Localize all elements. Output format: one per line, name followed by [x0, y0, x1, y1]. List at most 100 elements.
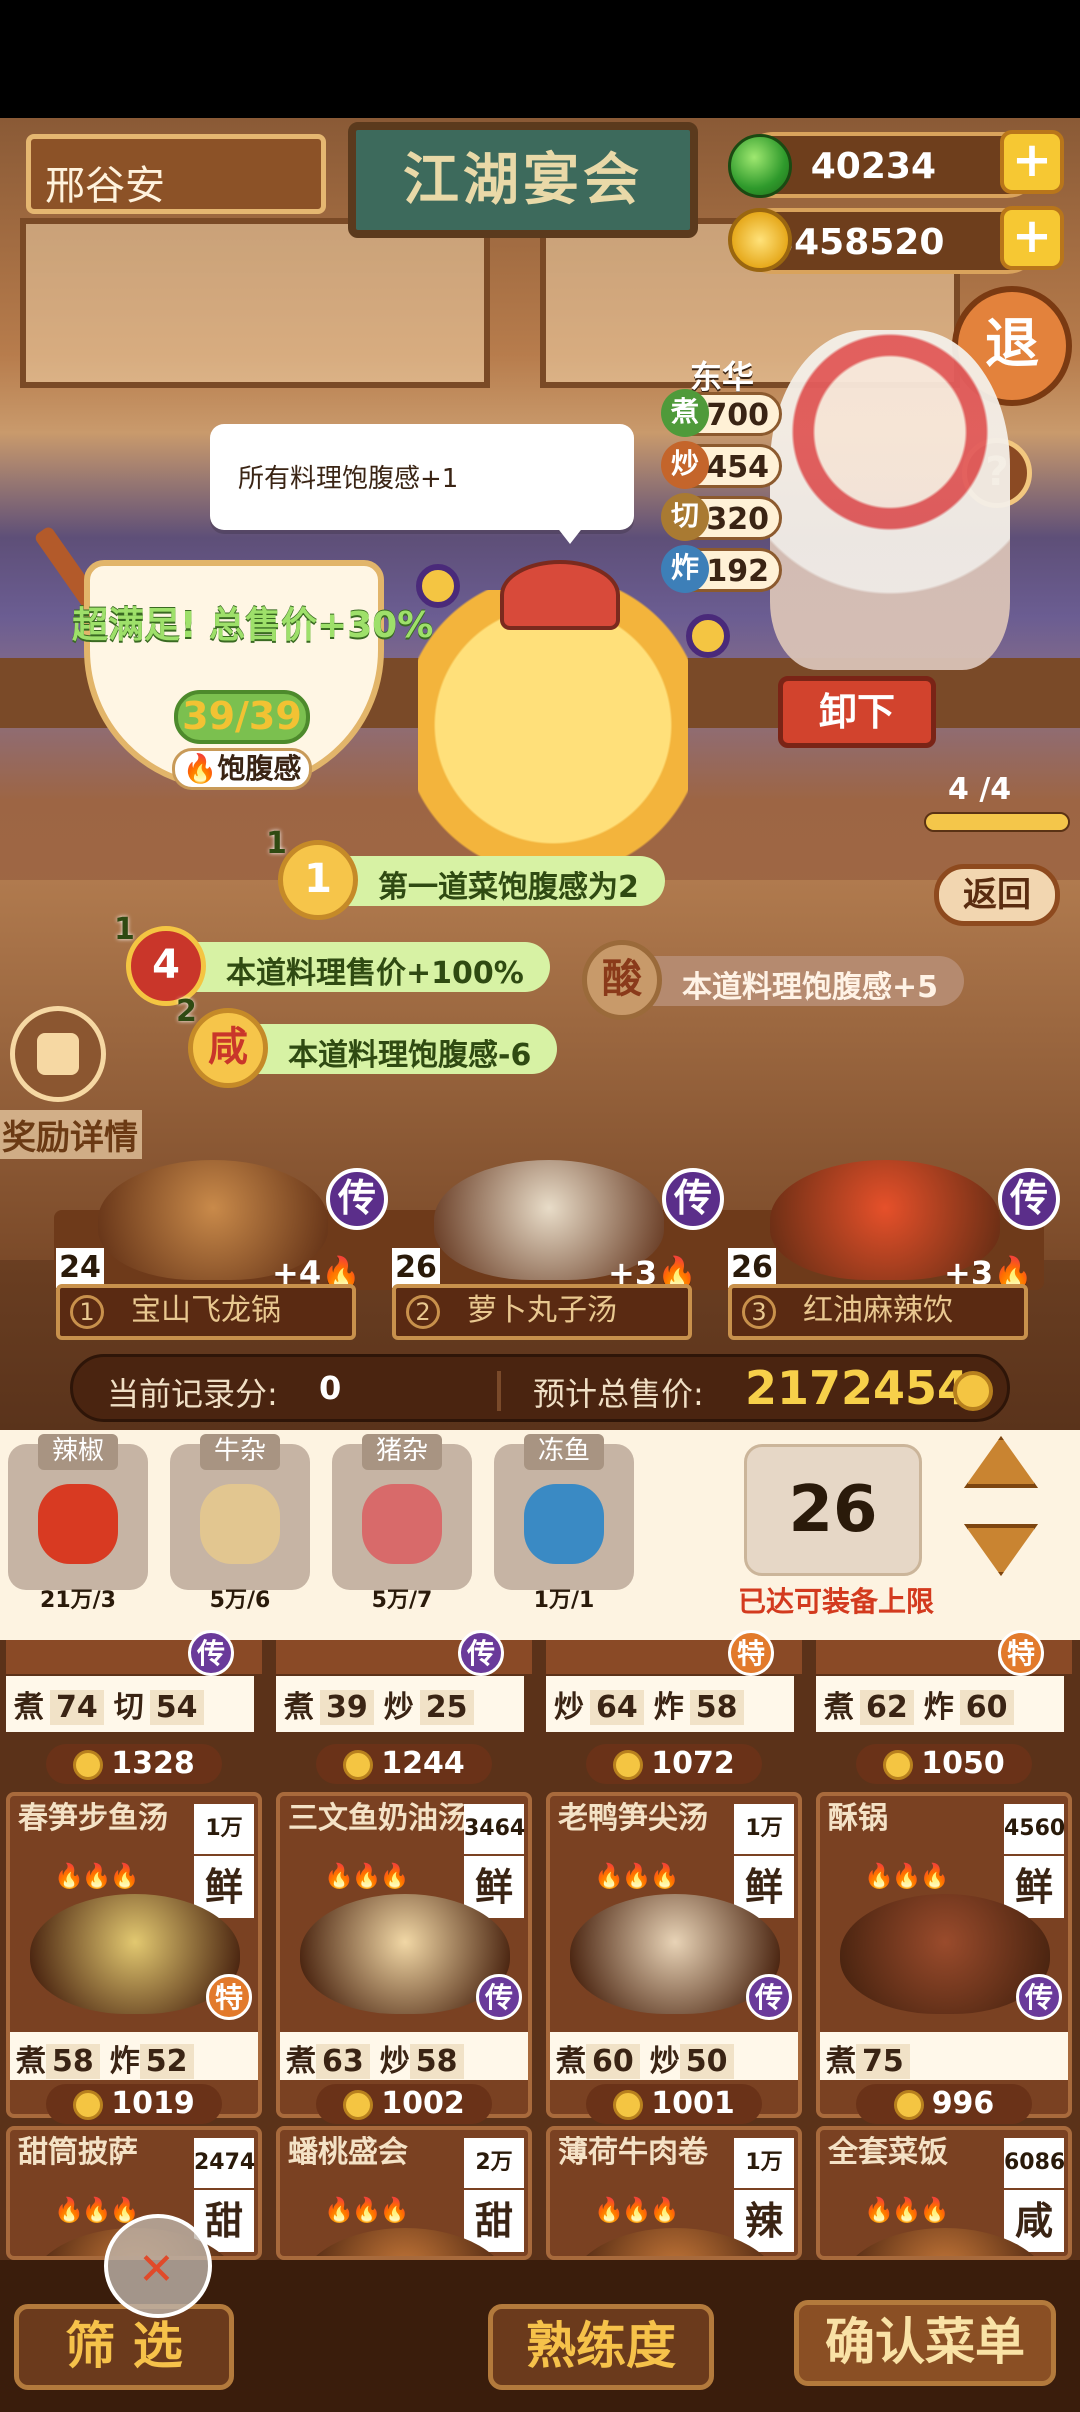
skill-type: 煮 — [284, 1690, 314, 1725]
jade-amount: 40234 — [810, 146, 936, 187]
gold-coin-icon — [613, 1749, 644, 1780]
unload-chef-button[interactable]: 卸下 — [778, 676, 936, 748]
filter-button[interactable]: 筛 选 — [14, 2304, 234, 2390]
effect-icon: 咸 — [188, 1008, 268, 1088]
gold-coin-icon — [343, 1749, 374, 1780]
recipe-skill-row: 煮 39 炒 25 — [276, 1676, 524, 1732]
flame-icon: 🔥 — [182, 752, 218, 785]
recipe-tier-badge: 传 — [476, 1974, 522, 2020]
confirm-menu-button[interactable]: 确认菜单 — [794, 2300, 1056, 2386]
effect-text: 本道料理饱腹感-6 — [288, 1038, 532, 1073]
skill-type: 炸 — [923, 1690, 954, 1725]
skill-value: 54 — [149, 1690, 204, 1725]
gold-coin-icon — [728, 208, 792, 272]
effect-count: 1 — [114, 912, 135, 947]
recipe-skill-row: 煮 63 炒 58 — [280, 2032, 528, 2080]
dish-level: 26 — [392, 1248, 440, 1288]
skill-type: 煮 — [14, 1690, 44, 1725]
recipe-card[interactable]: 老鸭笋尖汤 1万鲜 🔥🔥🔥 传煮 60 炒 50 — [546, 1792, 802, 2118]
ingredient-count: 5万/6 — [209, 1588, 271, 1613]
speech-bubble-tail — [556, 526, 584, 544]
effect-icon: 酸 — [582, 940, 662, 1020]
flame-icon: 🔥🔥🔥 — [324, 2196, 410, 2224]
skill-value: 63 — [316, 2044, 370, 2079]
recipe-name: 春笋步鱼汤 — [18, 1801, 168, 1836]
legend-tier-badge: 传 — [998, 1168, 1060, 1230]
flame-icon: 🔥🔥🔥 — [594, 2196, 680, 2224]
recipe-card[interactable]: 春笋步鱼汤 1万鲜 🔥🔥🔥 特煮 58 炸 52 — [6, 1792, 262, 2118]
recipe-tier-badge: 传 — [458, 1630, 504, 1676]
coin-antenna-left-icon — [416, 564, 460, 608]
recipe-tier-badge: 传 — [1016, 1974, 1062, 2020]
gold-coin-icon — [613, 2089, 644, 2120]
dish-slot-1[interactable]: 1 宝山飞龙锅 — [56, 1284, 356, 1340]
skill-value: 62 — [860, 1690, 914, 1725]
dish-slot-3[interactable]: 3 红油麻辣饮 — [728, 1284, 1028, 1340]
record-divider — [497, 1371, 501, 1411]
dish-level: 26 — [728, 1248, 776, 1288]
skill-type: 炸 — [109, 2044, 140, 2079]
coin-antenna-right-icon — [686, 614, 730, 658]
recipe-card[interactable]: 蟠桃盛会 2万甜 🔥🔥🔥 — [276, 2126, 532, 2260]
ingredient-slot[interactable]: 冻鱼 — [494, 1434, 634, 1590]
dish-name: 宝山飞龙锅 — [131, 1293, 281, 1328]
recipe-price-value: 1050 — [921, 1746, 1005, 1781]
effect-icon: 1 — [278, 840, 358, 920]
skill-value: 60 — [586, 2044, 640, 2079]
event-title: 江湖宴会 — [403, 147, 643, 213]
ingredient-slot[interactable]: 辣椒 — [8, 1434, 148, 1590]
max-equip-note: 已达可装备上限 — [738, 1585, 935, 1618]
chef-character-portrait[interactable] — [770, 330, 1010, 670]
recipe-card[interactable]: 酥锅 4560 鲜 🔥🔥🔥 传煮 75 — [816, 1792, 1072, 2118]
ingredient-slot[interactable]: 猪杂 — [332, 1434, 472, 1590]
recipe-name: 蟠桃盛会 — [288, 2135, 408, 2170]
effect-text: 本道料理饱腹感+5 — [682, 970, 939, 1005]
recipe-card[interactable]: 全套菜饭 6086 咸 🔥🔥🔥 — [816, 2126, 1072, 2260]
ingredient-count: 5万/7 — [371, 1588, 433, 1613]
reward-detail-button[interactable] — [10, 1006, 106, 1102]
recipe-skill-row: 煮 74 切 54 — [6, 1676, 254, 1732]
ingredient-slot[interactable]: 牛杂 — [170, 1434, 310, 1590]
slot-progress-bar — [924, 812, 1070, 832]
proficiency-button[interactable]: 熟练度 — [488, 2304, 714, 2390]
recipe-price-value: 996 — [931, 2086, 995, 2121]
close-icon: ✕ — [138, 2244, 175, 2295]
dish-slot-2[interactable]: 2 萝卜丸子汤 — [392, 1284, 692, 1340]
recipe-card[interactable]: 薄荷牛肉卷 1万辣 🔥🔥🔥 — [546, 2126, 802, 2260]
ingredient-name: 牛杂 — [200, 1434, 280, 1470]
recipe-name: 全套菜饭 — [828, 2135, 948, 2170]
effect-text: 第一道菜饱腹感为2 — [378, 870, 639, 905]
back-button[interactable]: 返回 — [934, 864, 1060, 926]
mascot-hat — [500, 560, 620, 630]
recipe-name: 甜筒披萨 — [18, 2135, 138, 2170]
add-coins-button[interactable]: + — [1000, 206, 1064, 270]
recipe-name: 酥锅 — [828, 1801, 888, 1836]
recipe-tier-badge: 传 — [746, 1974, 792, 2020]
recipe-price-value: 1001 — [651, 2086, 735, 2121]
recipe-price: 1050 — [856, 1744, 1032, 1784]
chef-stat-1: 炒 454 — [661, 441, 782, 489]
effect-tag: 1 1 第一道菜饱腹感为2 — [266, 826, 665, 920]
effect-tag-inactive: 酸 本道料理饱腹感+5 — [582, 940, 965, 1020]
skill-value: 75 — [856, 2044, 910, 2079]
add-jade-button[interactable]: + — [1000, 130, 1064, 194]
chef-stat-0: 煮 700 — [661, 389, 782, 437]
recipe-name: 薄荷牛肉卷 — [558, 2135, 708, 2170]
floating-assistant-button[interactable]: ✕ — [104, 2214, 212, 2318]
fullness-value: 39/39 — [174, 690, 310, 744]
legend-tier-badge: 传 — [326, 1168, 388, 1230]
flame-icon: 🔥🔥🔥 — [864, 2196, 950, 2224]
skill-value: 74 — [50, 1690, 104, 1725]
recipe-price: 1019 — [46, 2084, 222, 2124]
status-bar — [0, 0, 1080, 118]
recipe-card[interactable]: 三文鱼奶油汤 3464 鲜 🔥🔥🔥 传煮 63 炒 58 — [276, 1792, 532, 2118]
stat-value: 320 — [706, 502, 769, 537]
shoji-window-left — [20, 218, 490, 388]
skill-value: 64 — [590, 1690, 644, 1725]
legend-tier-badge: 传 — [662, 1168, 724, 1230]
flame-icon: 🔥🔥🔥 — [594, 1862, 680, 1890]
recipe-name: 三文鱼奶油汤 — [288, 1801, 468, 1836]
recipe-base-price: 2万 — [464, 2138, 524, 2188]
flame-icon: 🔥🔥🔥 — [864, 1862, 950, 1890]
fullness-label: 饱腹感 — [217, 752, 302, 785]
